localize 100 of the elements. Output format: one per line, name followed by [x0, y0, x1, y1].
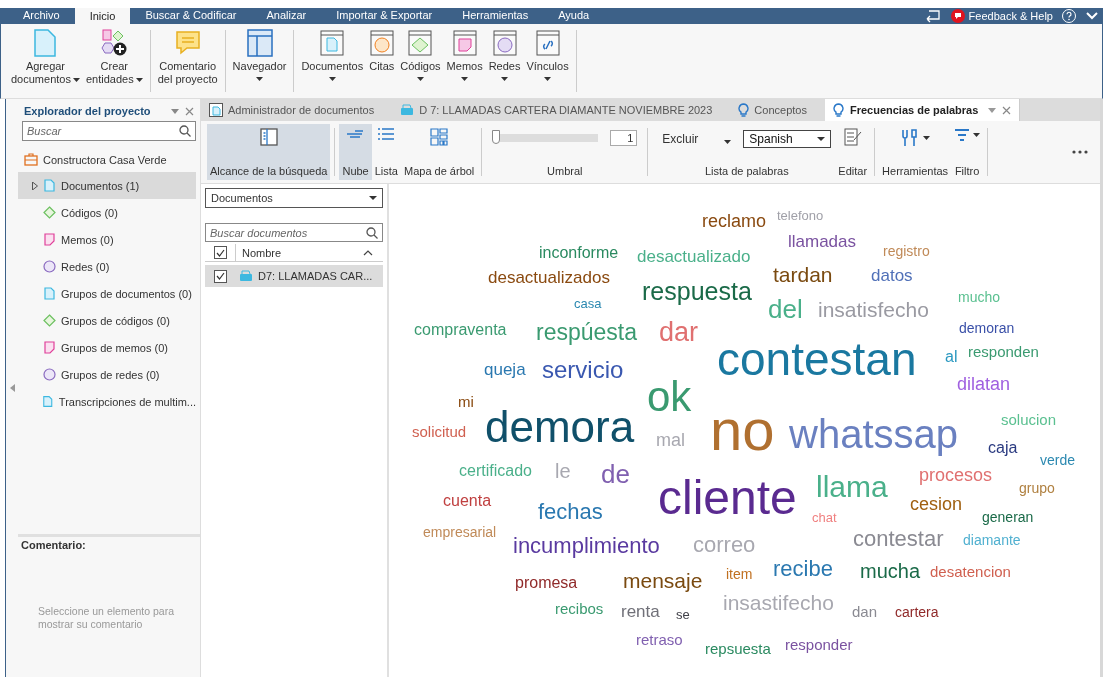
threshold-field[interactable]: 1	[610, 130, 638, 146]
cloud-word[interactable]: incumplimiento	[513, 532, 660, 560]
edit-button[interactable]: Editar	[835, 124, 871, 180]
more-icon[interactable]	[1072, 150, 1088, 154]
cloud-word[interactable]: ok	[647, 371, 692, 423]
cloud-word[interactable]: verde	[1040, 451, 1076, 469]
view-button[interactable]: Nube	[339, 124, 372, 180]
view-button[interactable]: Lista	[371, 124, 401, 180]
ribbon-button[interactable]: Agregar documentos	[9, 26, 82, 96]
menu-tab[interactable]: Importar & Exportar	[321, 8, 448, 24]
dropdown-caret-icon[interactable]	[171, 108, 179, 114]
tree-item[interactable]: Códigos (0)	[18, 199, 196, 226]
cloud-word[interactable]: mensaje	[623, 568, 703, 594]
cloud-word[interactable]: respuesta	[642, 276, 752, 306]
cloud-word[interactable]: promesa	[515, 573, 578, 593]
expand-arrow-icon[interactable]	[32, 181, 38, 190]
cloud-word[interactable]: recibe	[773, 555, 833, 583]
cloud-word[interactable]: servicio	[542, 355, 624, 385]
column-header[interactable]: Nombre	[236, 246, 363, 259]
project-name[interactable]: Constructora Casa Verde	[43, 153, 167, 166]
cloud-word[interactable]: queja	[484, 359, 526, 381]
tree-item[interactable]: Grupos de memos (0)	[18, 334, 196, 361]
tree-item[interactable]: Grupos de códigos (0)	[18, 307, 196, 334]
document-tab[interactable]: Administrador de documentos	[201, 99, 393, 121]
cloud-word[interactable]: fechas	[538, 498, 603, 526]
cloud-word[interactable]: repsuesta	[705, 640, 771, 658]
search-field[interactable]: Buscar	[23, 123, 179, 139]
feedback-link[interactable]: Feedback & Help	[968, 10, 1053, 22]
cloud-word[interactable]: de	[601, 459, 630, 491]
view-button[interactable]: Mapa de árbol	[401, 124, 478, 180]
document-tab[interactable]: Frecuencias de palabras	[824, 99, 1021, 121]
search-scope-button[interactable]: Alcance de la búsqueda	[207, 124, 331, 180]
ribbon-button[interactable]: Navegador	[230, 26, 289, 96]
menu-tab[interactable]: Buscar & Codificar	[130, 8, 252, 24]
cloud-word[interactable]: contestar	[853, 525, 944, 553]
ribbon-button[interactable]: Redes	[486, 26, 523, 96]
tree-item[interactable]: Grupos de documentos (0)	[18, 280, 196, 307]
cloud-word[interactable]: contestan	[717, 332, 917, 388]
close-icon[interactable]	[185, 106, 194, 116]
cloud-word[interactable]: dan	[852, 603, 878, 621]
tree-item[interactable]: Memos (0)	[18, 226, 196, 253]
dropdown-caret-icon[interactable]	[988, 107, 997, 113]
cloud-word[interactable]: se	[676, 607, 690, 623]
cloud-word[interactable]: responden	[968, 343, 1039, 361]
scope-dropdown[interactable]: Documentos	[205, 188, 383, 208]
search-field[interactable]: Buscar documentos	[205, 223, 383, 242]
menu-tab[interactable]: Herramientas	[447, 8, 544, 24]
close-icon[interactable]	[1002, 105, 1012, 115]
cloud-word[interactable]: cesion	[910, 494, 963, 516]
search-field[interactable]: Buscar	[22, 121, 196, 141]
cloud-word[interactable]: caja	[988, 438, 1018, 458]
cloud-word[interactable]: compraventa	[414, 320, 507, 340]
cloud-word[interactable]: inconforme	[539, 243, 619, 263]
cloud-word[interactable]: casa	[574, 296, 602, 312]
cloud-word[interactable]: responder	[785, 636, 853, 654]
ribbon-button[interactable]: Crear entidades	[83, 26, 145, 96]
tools-button[interactable]: Herramientas	[879, 124, 952, 180]
language-select[interactable]: Spanish	[743, 130, 832, 148]
ribbon-button[interactable]: Códigos	[398, 26, 443, 96]
cloud-word[interactable]: demora	[485, 400, 635, 454]
cloud-word[interactable]: retraso	[636, 631, 683, 649]
cloud-word[interactable]: llamadas	[788, 231, 857, 253]
cloud-word[interactable]: datos	[871, 265, 913, 287]
expand-arrow-icon[interactable]	[9, 384, 15, 392]
cloud-word[interactable]: procesos	[919, 465, 993, 487]
ribbon-button[interactable]: Citas	[367, 26, 397, 96]
cloud-word[interactable]: whatssap	[789, 410, 958, 458]
ribbon-button[interactable]: Documentos	[299, 26, 366, 96]
cloud-word[interactable]: demoran	[959, 319, 1015, 337]
cloud-word[interactable]: grupo	[1019, 479, 1055, 497]
cloud-word[interactable]: reclamo	[702, 211, 767, 233]
cloud-word[interactable]: mucha	[860, 559, 921, 583]
document-tab[interactable]: D 7: LLAMADAS CARTERA DIAMANTE NOVIEMBRE 2023	[392, 99, 731, 121]
cloud-word[interactable]: renta	[621, 601, 660, 623]
document-row[interactable]: D7: LLAMADAS CAR...	[205, 265, 383, 287]
cloud-word[interactable]: recibos	[555, 600, 604, 618]
cloud-word[interactable]: al	[945, 347, 958, 367]
cloud-word[interactable]: solicitud	[412, 423, 467, 441]
cloud-word[interactable]: no	[710, 395, 775, 465]
document-tab[interactable]: Conceptos	[730, 99, 825, 121]
ribbon-button[interactable]: Comentario del proyecto	[155, 26, 220, 96]
cloud-word[interactable]: cuenta	[443, 491, 492, 511]
search-field[interactable]: Buscar documentos	[206, 224, 366, 241]
ribbon-button[interactable]: Vínculos	[524, 26, 571, 96]
threshold-slider[interactable]	[492, 130, 501, 144]
collapse-caret-icon[interactable]	[1085, 11, 1099, 21]
help-icon[interactable]	[1061, 8, 1077, 24]
cloud-word[interactable]: mi	[458, 393, 474, 411]
tree-item[interactable]: Redes (0)	[18, 253, 196, 280]
tree-item[interactable]: Documentos (1)	[18, 172, 196, 199]
tree-item[interactable]: Grupos de redes (0)	[18, 361, 196, 388]
tree-item[interactable]: Transcripciones de multim...	[18, 388, 196, 415]
checkbox[interactable]	[213, 246, 227, 259]
cloud-word[interactable]: dilatan	[957, 374, 1011, 396]
exclude-dropdown[interactable]: Excluir	[662, 132, 732, 146]
cloud-word[interactable]: tardan	[773, 262, 833, 288]
ribbon-button[interactable]: Memos	[444, 26, 485, 96]
cloud-word[interactable]: desactualizados	[488, 267, 610, 289]
menu-tab[interactable]: Archivo	[8, 8, 75, 24]
cloud-word[interactable]: desatencion	[930, 563, 1011, 581]
